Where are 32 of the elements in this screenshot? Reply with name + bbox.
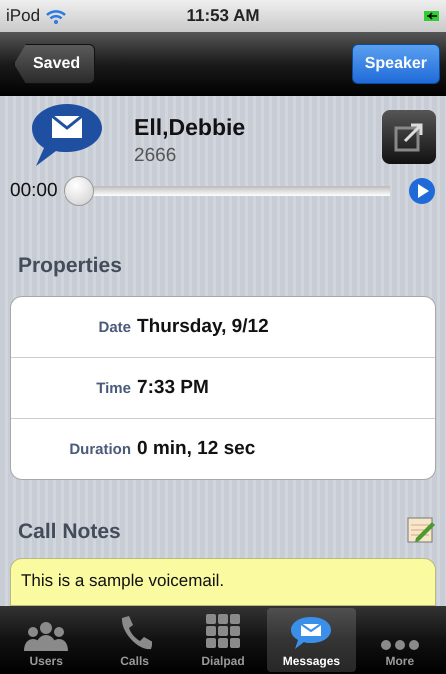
section-heading: Call Notes (18, 520, 121, 544)
tab-item[interactable]: More (356, 608, 444, 672)
battery-icon (424, 10, 440, 22)
property-label: Duration (68, 440, 132, 458)
play-button[interactable] (408, 176, 436, 205)
property-value: 0 min, 12 sec (137, 438, 256, 460)
mail-bubble-icon (30, 102, 104, 168)
clock: 11:53 AM (185, 6, 261, 26)
slider-thumb[interactable] (64, 176, 94, 206)
speaker-button[interactable]: Speaker (352, 44, 440, 84)
property-value: Thursday, 9/12 (137, 316, 269, 338)
contact-name: Ell,Debbie (134, 114, 246, 141)
extension-number: 2666 (134, 145, 178, 167)
back-button[interactable]: Saved (14, 44, 96, 84)
tab-item[interactable]: Dialpad (178, 608, 268, 672)
wifi-icon (46, 8, 66, 24)
carrier-label: iPod (6, 6, 40, 26)
property-label: Time (95, 380, 132, 397)
tab-item[interactable]: Users (2, 608, 90, 672)
property-label: Date (97, 318, 132, 336)
more-icon (380, 639, 420, 651)
tab-item[interactable]: Messages (267, 608, 356, 672)
tab-item[interactable]: Calls (90, 608, 179, 672)
keypad-icon (205, 613, 242, 651)
elapsed-time: 00:00 (10, 180, 58, 202)
property-value: 7:33 PM (137, 377, 209, 400)
people-icon (23, 619, 70, 651)
notes-text[interactable]: This is a sample voicemail. (10, 558, 436, 606)
message-bubble-icon (289, 615, 334, 651)
open-external-button[interactable] (382, 110, 436, 164)
section-heading: Properties (18, 254, 123, 278)
external-link-icon (393, 121, 425, 153)
